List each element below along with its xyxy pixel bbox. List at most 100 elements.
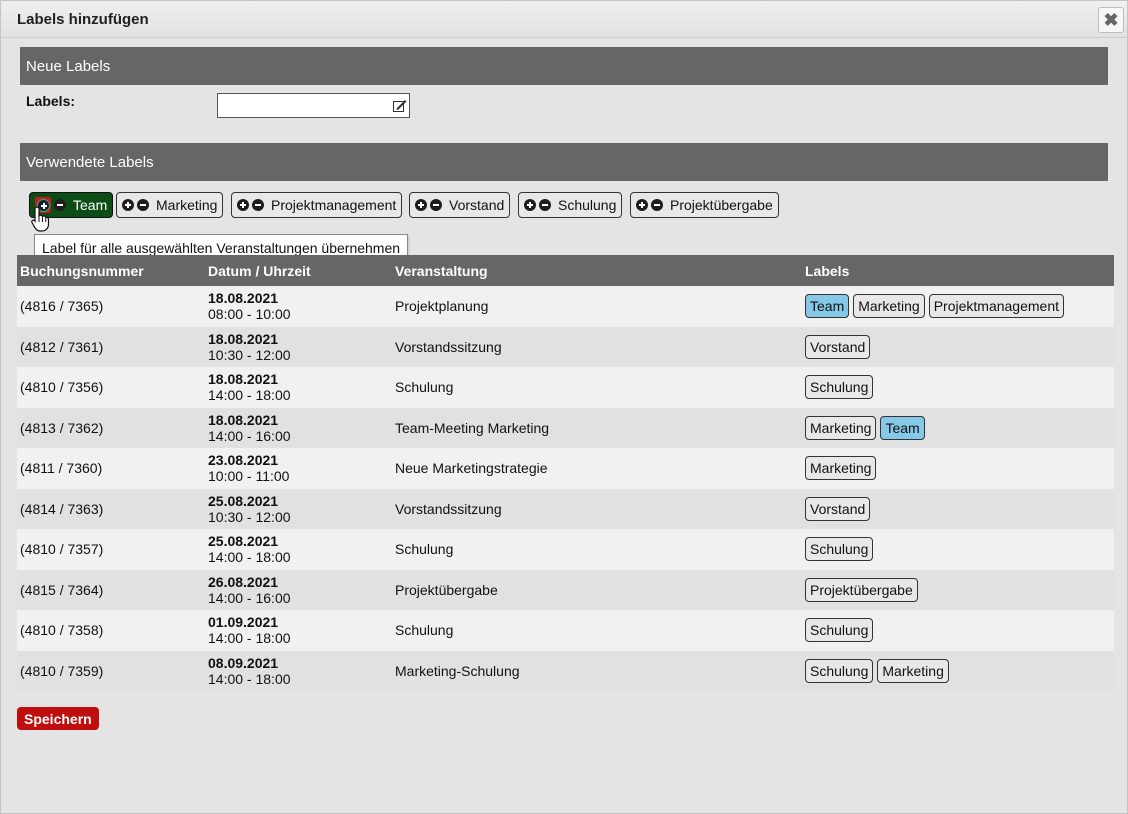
label-chip-marketing[interactable]: Marketing <box>116 192 224 218</box>
labels-cell: Projektübergabe <box>802 569 1114 610</box>
dialog-titlebar[interactable]: Labels hinzufügen ✖ <box>1 1 1127 38</box>
labels-cell: Schulung Marketing <box>802 650 1114 691</box>
label-tag[interactable]: Schulung <box>805 658 874 683</box>
add-label-icon[interactable] <box>237 199 249 211</box>
label-tag[interactable]: Marketing <box>853 294 925 319</box>
remove-label-icon[interactable] <box>651 199 663 211</box>
table-row[interactable]: (4813 / 7362) 18.08.2021 14:00 - 16:00 Te… <box>17 407 1114 448</box>
booking-number: (4813 / 7362) <box>17 407 205 448</box>
label-chip-text: Projektmanagement <box>271 197 397 213</box>
labels-dialog: Labels hinzufügen ✖ Neue Labels Labels: … <box>0 0 1128 814</box>
event-date: 23.08.2021 <box>208 452 279 469</box>
event-time: 10:30 - 12:00 <box>208 508 291 525</box>
remove-label-icon[interactable] <box>539 199 551 211</box>
label-chip-text: Marketing <box>156 197 218 213</box>
remove-label-icon[interactable] <box>54 199 66 211</box>
booking-number: (4811 / 7360) <box>17 448 205 489</box>
event-name: Projektübergabe <box>392 569 802 610</box>
booking-number: (4810 / 7358) <box>17 610 205 651</box>
save-button[interactable]: Speichern <box>17 707 99 730</box>
label-tag[interactable]: Team <box>805 294 850 319</box>
label-chip-text: Schulung <box>558 197 617 213</box>
date-time-cell: 26.08.2021 14:00 - 16:00 <box>205 569 392 610</box>
event-date: 18.08.2021 <box>208 290 279 307</box>
table-row[interactable]: (4810 / 7358) 01.09.2021 14:00 - 18:00 Sc… <box>17 610 1114 651</box>
date-time-cell: 23.08.2021 10:00 - 11:00 <box>205 448 392 489</box>
label-chip-projektmanagement[interactable]: Projektmanagement <box>231 192 403 218</box>
event-date: 01.09.2021 <box>208 614 279 631</box>
label-chip-vorstand[interactable]: Vorstand <box>409 192 511 218</box>
section-header-used-labels: Verwendete Labels <box>20 143 1108 181</box>
event-date: 18.08.2021 <box>208 330 279 347</box>
date-time-cell: 01.09.2021 14:00 - 18:00 <box>205 610 392 651</box>
table-row[interactable]: (4810 / 7359) 08.09.2021 14:00 - 18:00 Ma… <box>17 650 1114 691</box>
label-tag[interactable]: Vorstand <box>805 334 871 359</box>
edit-icon[interactable] <box>393 99 407 112</box>
section-title-used-labels: Verwendete Labels <box>26 154 154 171</box>
hand-cursor-icon <box>31 206 50 232</box>
date-time-cell: 25.08.2021 10:30 - 12:00 <box>205 488 392 529</box>
table-row[interactable]: (4810 / 7357) 25.08.2021 14:00 - 18:00 Sc… <box>17 529 1114 570</box>
event-time: 10:00 - 11:00 <box>208 468 290 485</box>
label-chip-text: Team <box>73 197 108 213</box>
table-row[interactable]: (4810 / 7356) 18.08.2021 14:00 - 18:00 Sc… <box>17 367 1114 408</box>
table-row[interactable]: (4812 / 7361) 18.08.2021 10:30 - 12:00 Vo… <box>17 326 1114 367</box>
event-date: 18.08.2021 <box>208 411 279 428</box>
add-label-icon[interactable] <box>122 199 134 211</box>
event-date: 26.08.2021 <box>208 573 279 590</box>
table-row[interactable]: (4815 / 7364) 26.08.2021 14:00 - 16:00 Pr… <box>17 569 1114 610</box>
label-tag[interactable]: Schulung <box>805 537 874 562</box>
label-chip-projektuebergabe[interactable]: Projektübergabe <box>630 192 779 218</box>
event-date: 25.08.2021 <box>208 533 279 550</box>
date-time-cell: 25.08.2021 14:00 - 18:00 <box>205 529 392 570</box>
column-header-datetime[interactable]: Datum / Uhrzeit <box>205 255 392 286</box>
date-time-cell: 08.09.2021 14:00 - 18:00 <box>205 650 392 691</box>
event-time: 14:00 - 18:00 <box>208 670 291 687</box>
add-label-icon[interactable] <box>636 199 648 211</box>
event-name: Neue Marketingstrategie <box>392 448 802 489</box>
section-title-new-labels: Neue Labels <box>26 58 111 75</box>
labels-input[interactable] <box>217 93 410 118</box>
remove-label-icon[interactable] <box>137 199 149 211</box>
date-time-cell: 18.08.2021 14:00 - 18:00 <box>205 367 392 408</box>
date-time-cell: 18.08.2021 08:00 - 10:00 <box>205 286 392 327</box>
event-name: Marketing-Schulung <box>392 650 802 691</box>
label-tag[interactable]: Schulung <box>805 618 874 643</box>
add-label-icon[interactable] <box>524 199 536 211</box>
booking-number: (4814 / 7363) <box>17 488 205 529</box>
event-time: 14:00 - 16:00 <box>208 427 291 444</box>
label-tag[interactable]: Vorstand <box>805 496 871 521</box>
close-button[interactable]: ✖ <box>1098 7 1124 33</box>
label-tag[interactable]: Schulung <box>805 375 874 400</box>
label-tag[interactable]: Team <box>880 415 925 440</box>
column-header-labels[interactable]: Labels <box>802 255 1114 286</box>
event-name: Schulung <box>392 610 802 651</box>
booking-number: (4810 / 7359) <box>17 650 205 691</box>
label-chip-text: Projektübergabe <box>670 197 773 213</box>
labels-cell: Vorstand <box>802 488 1114 529</box>
event-date: 08.09.2021 <box>208 654 279 671</box>
event-time: 14:00 - 18:00 <box>208 549 291 566</box>
label-tag[interactable]: Projektübergabe <box>805 577 918 602</box>
table-row[interactable]: (4811 / 7360) 23.08.2021 10:00 - 11:00 Ne… <box>17 448 1114 489</box>
bookings-table: Buchungsnummer Datum / Uhrzeit Veranstal… <box>17 255 1114 691</box>
event-name: Projektplanung <box>392 286 802 327</box>
event-time: 08:00 - 10:00 <box>208 306 291 323</box>
column-header-event[interactable]: Veranstaltung <box>392 255 802 286</box>
booking-number: (4816 / 7365) <box>17 286 205 327</box>
table-row[interactable]: (4814 / 7363) 25.08.2021 10:30 - 12:00 Vo… <box>17 488 1114 529</box>
label-chip-schulung[interactable]: Schulung <box>518 192 623 218</box>
labels-cell: Schulung <box>802 529 1114 570</box>
dialog-title: Labels hinzufügen <box>17 11 149 28</box>
label-tag[interactable]: Marketing <box>805 456 877 481</box>
label-tag[interactable]: Marketing <box>805 415 877 440</box>
remove-label-icon[interactable] <box>252 199 264 211</box>
remove-label-icon[interactable] <box>430 199 442 211</box>
column-header-booking[interactable]: Buchungsnummer <box>17 255 205 286</box>
labels-cell: Schulung <box>802 610 1114 651</box>
add-label-icon[interactable] <box>415 199 427 211</box>
event-date: 18.08.2021 <box>208 371 279 388</box>
label-tag[interactable]: Projektmanagement <box>928 294 1064 319</box>
label-tag[interactable]: Marketing <box>877 658 949 683</box>
table-row[interactable]: (4816 / 7365) 18.08.2021 08:00 - 10:00 Pr… <box>17 286 1114 327</box>
